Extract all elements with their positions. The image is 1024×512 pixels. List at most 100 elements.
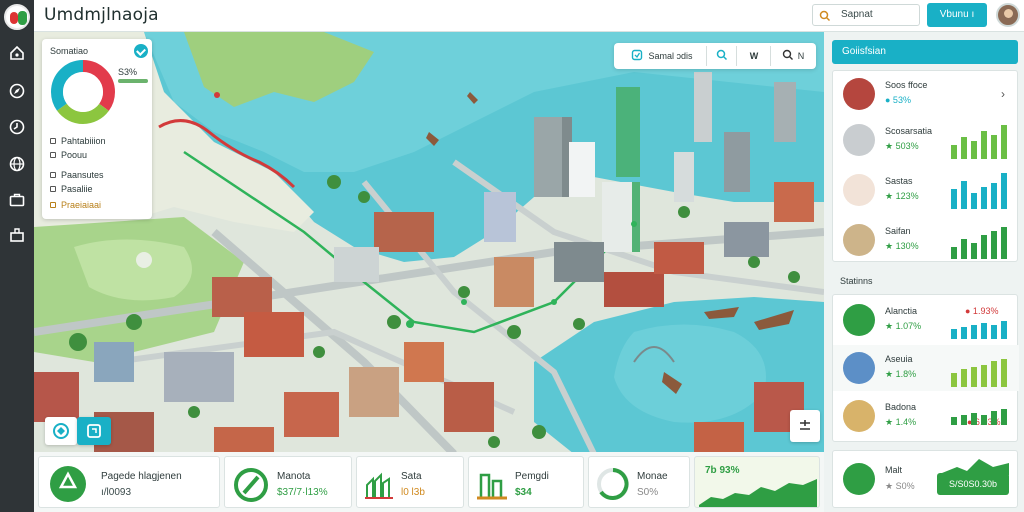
panel-row[interactable]: Alanctia ★ 1.07% ● 1.93% [833, 297, 1019, 343]
search-input[interactable]: Sapnat [812, 4, 920, 26]
stat-card[interactable]: Manota $37/7·l13% [224, 456, 352, 508]
top-header: Umdmjlnaoja Sapnat Vbunu ı [34, 0, 1024, 32]
row-value: ★ 1.4% [885, 417, 917, 427]
panel-header: Goiisfsian [832, 40, 1018, 64]
donut-percent: S3% [118, 67, 138, 77]
row-value: ★ S0% [885, 481, 915, 491]
fire-icon [843, 78, 875, 110]
toolbar-divider [706, 46, 707, 66]
legend-row[interactable]: Paansutes [50, 170, 104, 180]
row-label: Scosarsatia [885, 126, 933, 136]
legend-row[interactable]: Pasaliie [50, 184, 93, 194]
panel-row[interactable]: Badona ★ 1.4% ● 6.03% [833, 393, 1019, 439]
legend-checkbox[interactable] [50, 152, 56, 158]
legend-checkbox[interactable] [50, 202, 56, 208]
map-north-button[interactable]: N [774, 46, 812, 66]
stat-card[interactable]: Monae S0% [588, 456, 690, 508]
row-label: Alanctia [885, 306, 918, 316]
zoom-icon [782, 49, 794, 63]
stat-card[interactable]: Pagede hlagjenen ı/l0093 [38, 456, 220, 508]
legend-checkbox[interactable] [50, 172, 56, 178]
row-value: ★ 130% [885, 241, 919, 251]
map-search-button[interactable] [710, 46, 734, 66]
row-value: ★ 503% [885, 141, 919, 151]
layers-icon [631, 49, 643, 63]
stat-card[interactable]: Sata l0 l3b [356, 456, 464, 508]
panel-row[interactable]: Aseuia ★ 1.8% [833, 345, 1019, 391]
row-label: Soos ffoce [885, 80, 928, 90]
stat-card[interactable]: Pemgdi $34 [468, 456, 584, 508]
legend-checkbox[interactable] [50, 186, 56, 192]
map-mode-button[interactable] [45, 417, 77, 445]
stat-value: $34 [515, 487, 532, 498]
section-title: Statinns [840, 276, 873, 286]
row-value: ★ 1.8% [885, 369, 917, 379]
map-north-label: N [797, 51, 805, 61]
row-label: Malt [885, 465, 903, 475]
trend-peak-chart [937, 459, 1009, 475]
app-title: Umdmjlnaoja [44, 5, 159, 25]
stat-title: Pemgdi [515, 471, 549, 482]
stat-title: Manota [277, 471, 311, 482]
summary-title: Somatiao [50, 46, 89, 56]
home-icon[interactable] [6, 42, 28, 64]
panel-row[interactable]: Scosarsatia ★ 503% [833, 117, 1019, 163]
bar-sparkline [951, 321, 1007, 339]
panel-row[interactable]: Sastas ★ 123% [833, 167, 1019, 213]
globe-icon[interactable] [6, 153, 28, 175]
legend-label: Pahtabiiion [61, 136, 106, 146]
row-value: ★ 1.07% [885, 321, 922, 331]
map-west-button[interactable]: W [740, 46, 768, 66]
map-toolbar: Samal ɔdis W N [614, 43, 816, 69]
panel-group[interactable]: Malt ★ S0% S/S0S0.30b [832, 450, 1018, 508]
avatar[interactable] [996, 3, 1020, 27]
building-icon[interactable] [6, 224, 28, 246]
trend-area-chart [699, 479, 817, 507]
map-icon [843, 304, 875, 336]
check-icon[interactable] [134, 44, 148, 58]
stat-value: S0% [637, 487, 659, 498]
primary-action-button[interactable]: Vbunu ı [927, 3, 987, 27]
bar-sparkline [951, 173, 1007, 209]
donut-chart [48, 57, 118, 127]
tree-icon [477, 473, 507, 500]
legend-row[interactable]: Praeiaiaai [50, 200, 101, 210]
map-layer-button[interactable]: Samal ɔdis [620, 46, 704, 66]
row-label: Badona [885, 402, 917, 412]
map-view[interactable] [34, 32, 824, 454]
toolbar-divider [770, 46, 771, 66]
legend-label: Praeiaiaai [61, 200, 102, 210]
left-rail [0, 0, 34, 512]
compass-icon[interactable] [6, 80, 28, 102]
bar-sparkline [951, 227, 1007, 259]
stat-value: $37/7·l13% [277, 487, 328, 498]
bar-sparkline [951, 125, 1007, 159]
recycle-icon [50, 466, 86, 502]
app-logo[interactable] [4, 4, 30, 30]
bar-sparkline [951, 409, 1007, 425]
map-mode-icon [53, 423, 69, 439]
legend-label: Poouu [61, 150, 88, 160]
barrel-icon [843, 400, 875, 432]
progress-ring-icon [597, 468, 629, 500]
legend-checkbox[interactable] [50, 138, 56, 144]
map-canvas [34, 32, 824, 454]
museum-icon [843, 124, 875, 156]
clock-icon[interactable] [6, 116, 28, 138]
search-label: Sapnat [841, 9, 873, 20]
panel-row[interactable]: Soos ffoce ● 53% › [833, 71, 1019, 117]
search-icon [819, 9, 831, 27]
panel-row[interactable]: Saifan ★ 130% [833, 217, 1019, 263]
stat-value: ı/l0093 [101, 487, 132, 498]
panel-group: Alanctia ★ 1.07% ● 1.93% Aseuia ★ 1.8% B… [832, 294, 1019, 442]
legend-label: Pasaliie [61, 184, 93, 194]
briefcase-icon[interactable] [6, 189, 28, 211]
map-zoom-control[interactable] [790, 410, 820, 442]
search-icon [716, 49, 728, 63]
stat-card[interactable]: 7b 93% [694, 456, 820, 508]
legend-row[interactable]: Pahtabiiion [50, 136, 106, 146]
metric-badge: S/S0S0.30b [937, 473, 1009, 495]
legend-row[interactable]: Poouu [50, 150, 87, 160]
chevron-right-icon[interactable]: › [1001, 87, 1005, 101]
map-3d-button[interactable] [77, 417, 111, 445]
